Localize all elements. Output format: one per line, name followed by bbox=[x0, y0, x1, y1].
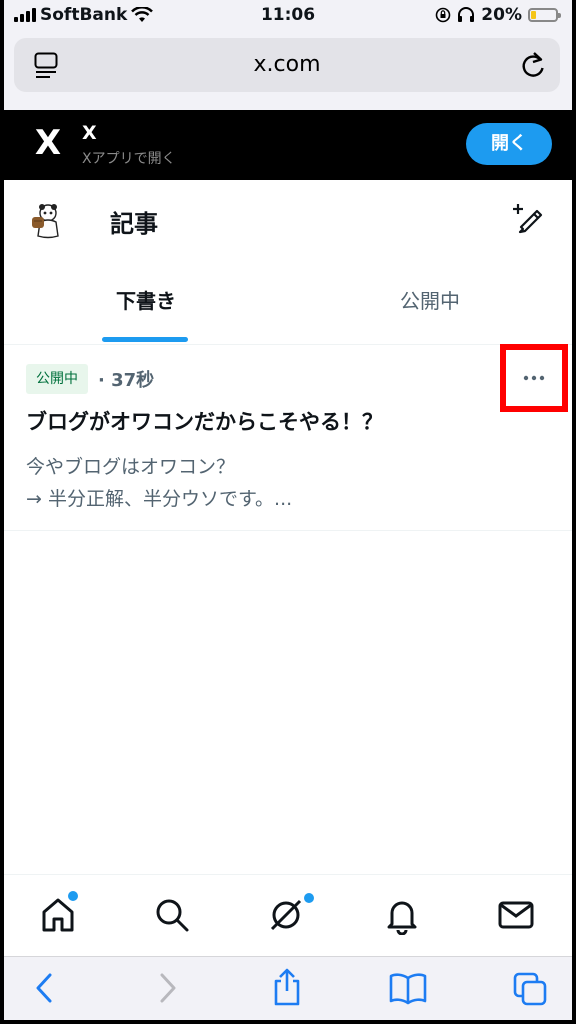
avatar[interactable] bbox=[28, 200, 68, 240]
more-options-icon[interactable] bbox=[523, 374, 545, 382]
grok-notification-dot bbox=[302, 891, 316, 905]
notifications-icon[interactable] bbox=[382, 895, 422, 935]
reload-icon[interactable] bbox=[520, 50, 546, 80]
compose-article-icon[interactable] bbox=[512, 202, 544, 234]
tab-bar: 下書き 公開中 bbox=[4, 260, 572, 345]
battery-icon bbox=[528, 8, 561, 22]
tabs-icon[interactable] bbox=[512, 971, 548, 1007]
status-badge: 公開中 bbox=[26, 364, 88, 394]
app-install-banner: X X Xアプリで開く 開く bbox=[4, 110, 572, 180]
messages-icon[interactable] bbox=[496, 895, 536, 935]
screen: SoftBank 11:06 20% x.com X X Xアプリで開く 開く bbox=[4, 0, 572, 1020]
tab-drafts[interactable]: 下書き bbox=[4, 260, 288, 344]
bookmarks-icon[interactable] bbox=[388, 971, 428, 1005]
tab-label: 下書き bbox=[116, 289, 176, 313]
headphones-icon bbox=[458, 7, 475, 22]
status-bar: SoftBank 11:06 20% bbox=[4, 0, 572, 34]
article-preview-line-2: → 半分正解、半分ウソです。... bbox=[26, 488, 293, 510]
home-notification-dot bbox=[66, 889, 80, 903]
url-text[interactable]: x.com bbox=[14, 52, 560, 77]
article-list-item[interactable]: 公開中 · 37秒 ブログがオワコンだからこそやる！？ 今やブログはオワコン？ … bbox=[4, 344, 572, 531]
article-preview-line-1: 今やブログはオワコン？ bbox=[26, 456, 236, 478]
forward-icon[interactable] bbox=[156, 971, 180, 1005]
tab-label: 公開中 bbox=[400, 289, 460, 313]
page-title: 記事 bbox=[110, 210, 158, 238]
bottom-navigation bbox=[4, 874, 572, 955]
status-right: 20% bbox=[435, 5, 561, 25]
orientation-lock-icon bbox=[435, 7, 451, 23]
search-icon[interactable] bbox=[152, 895, 192, 935]
open-app-button[interactable]: 開く bbox=[466, 123, 552, 165]
page-header: 記事 bbox=[4, 180, 572, 260]
x-logo-icon: X bbox=[34, 123, 62, 163]
address-bar[interactable]: x.com bbox=[14, 38, 560, 92]
banner-subtitle: Xアプリで開く bbox=[82, 151, 176, 167]
grok-icon[interactable] bbox=[266, 895, 306, 935]
article-age: · 37秒 bbox=[98, 370, 155, 391]
tab-published[interactable]: 公開中 bbox=[288, 260, 572, 344]
battery-percent: 20% bbox=[481, 5, 522, 25]
active-tab-indicator bbox=[102, 337, 188, 342]
banner-title: X bbox=[82, 122, 97, 144]
article-title: ブログがオワコンだからこそやる！？ bbox=[26, 410, 383, 434]
browser-address-area: x.com bbox=[4, 34, 572, 110]
back-icon[interactable] bbox=[32, 971, 56, 1005]
share-icon[interactable] bbox=[270, 967, 304, 1007]
browser-toolbar bbox=[4, 956, 572, 1020]
